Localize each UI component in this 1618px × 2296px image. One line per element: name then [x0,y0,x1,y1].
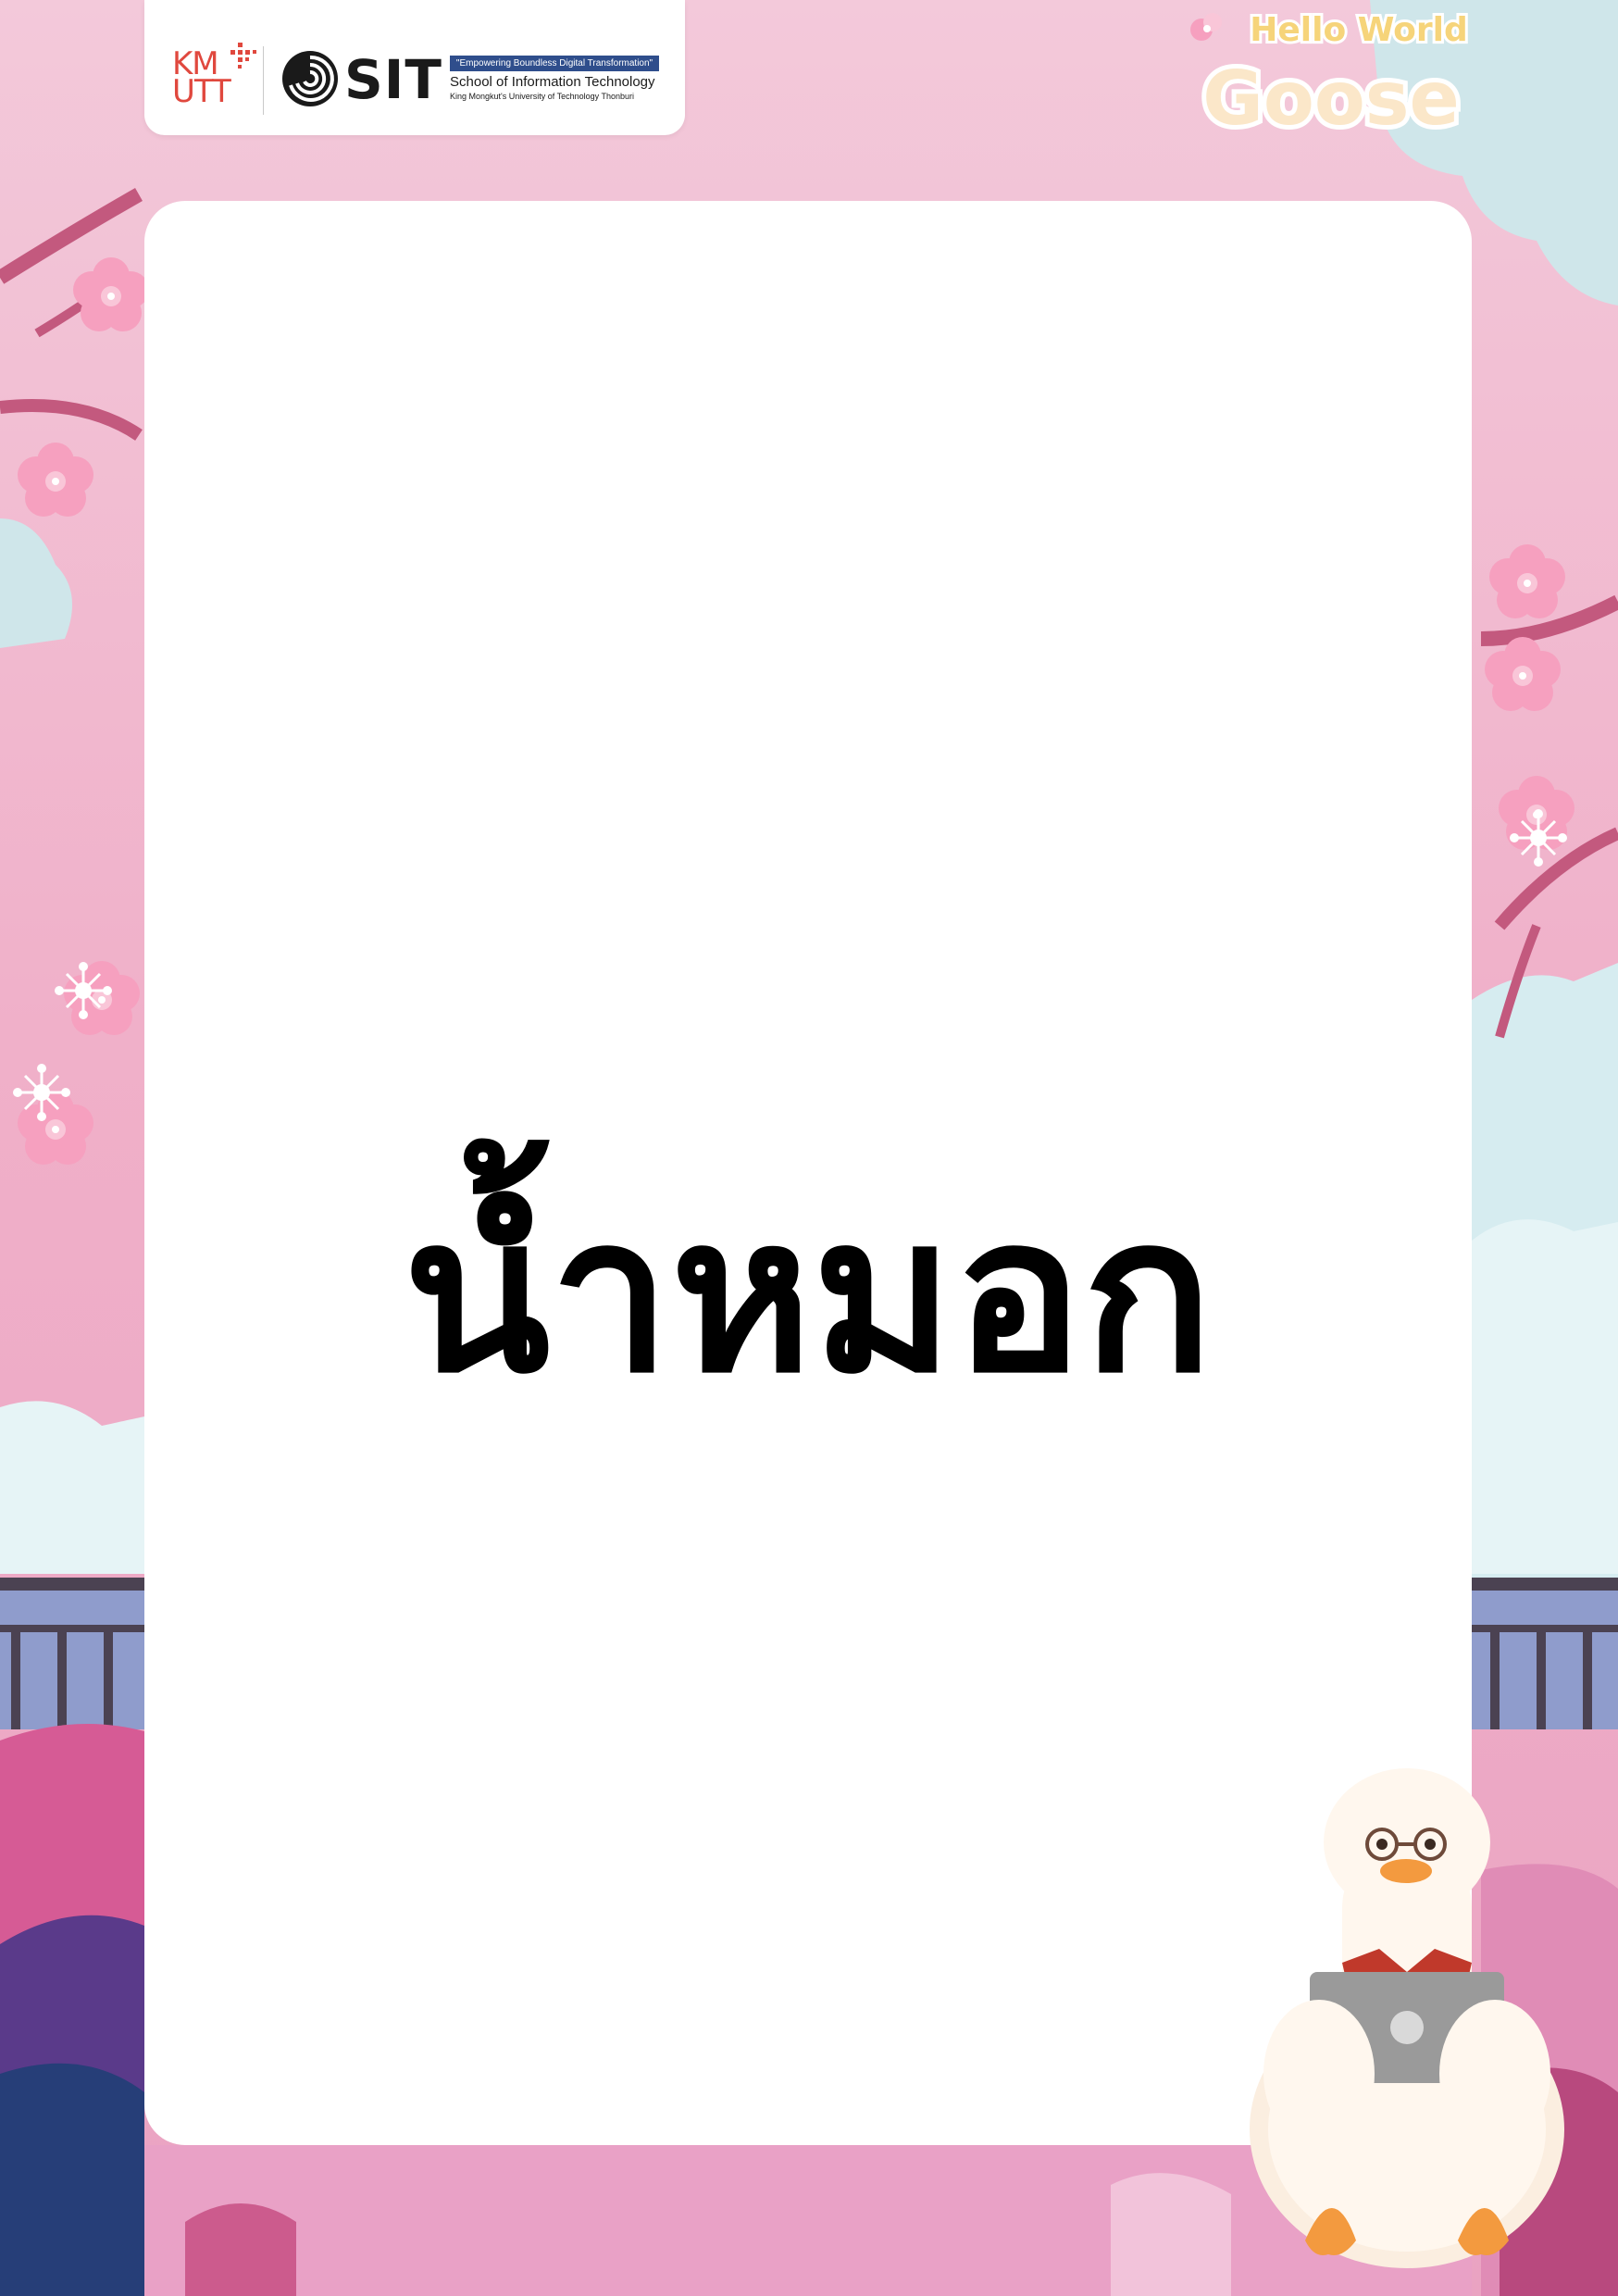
kmutt-logo: KM UTT [172,41,256,115]
event-title-line1: Hello World [1250,11,1468,49]
logo-divider [263,46,264,115]
kmutt-logo-utt: UTT [172,73,231,110]
sit-tagline: "Empowering Boundless Digital Transforma… [450,56,659,71]
logo-banner: KM UTT SIT "Empowering Boundless Digital… [144,0,685,135]
hello-world-goose-logo: Hello World Goose [1190,8,1471,143]
goose-with-laptop-icon [1250,1768,1564,2268]
poster: KM UTT SIT "Empowering Boundless Digital… [0,0,1618,2296]
event-title-line2: Goose [1202,56,1459,142]
card-word: น้ำหมอก [403,1170,1214,1420]
sit-school-name: School of Information Technology [450,74,655,90]
sit-university-name: King Mongkut's University of Technology … [450,92,634,101]
kmutt-plus-icon [230,43,256,69]
sit-wordmark: SIT [344,48,442,111]
sit-swirl-icon [282,51,338,106]
event-flower-icon [1190,13,1222,41]
